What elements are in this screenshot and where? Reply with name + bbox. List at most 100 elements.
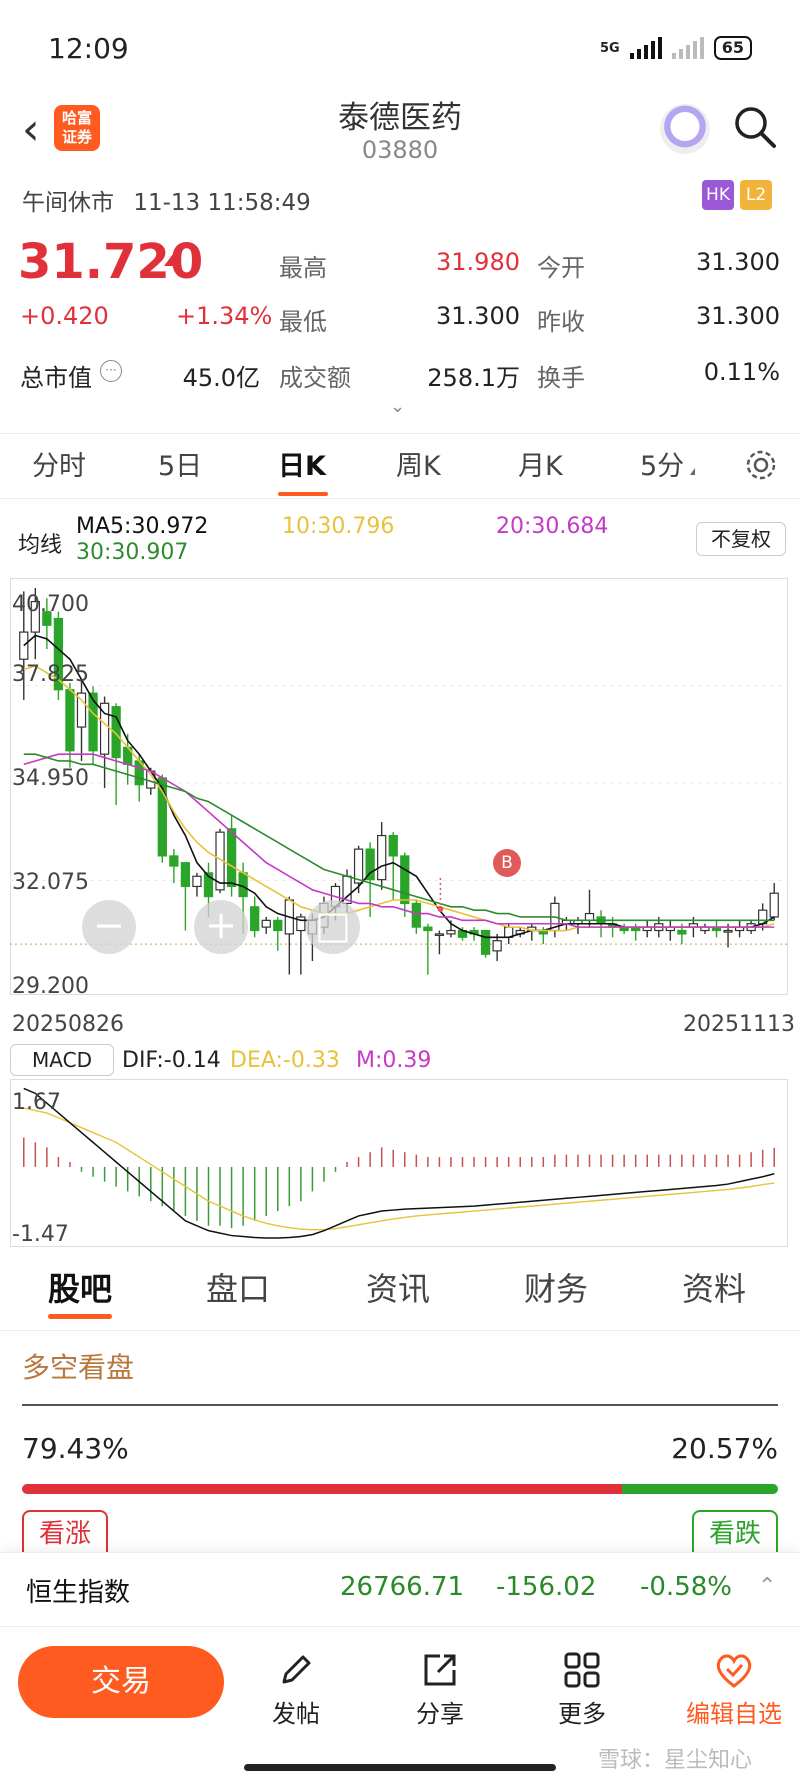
low-label: 最低 [279, 308, 327, 336]
macd-dea: DEA:-0.33 [230, 1048, 340, 1073]
macd-chart[interactable] [10, 1079, 788, 1247]
y-tick-2: 34.950 [12, 766, 89, 791]
candle-body [261, 919, 271, 928]
price-up-icon [164, 254, 182, 266]
post-label: 发帖 [272, 1700, 320, 1728]
candle-body [377, 834, 387, 881]
tab-intraday[interactable]: 分时 [32, 444, 86, 483]
ma5-value: MA5:30.972 [76, 514, 209, 539]
section-divider [0, 1330, 800, 1331]
tab-weekly-k[interactable]: 周K [396, 444, 441, 483]
date-start: 20250826 [12, 1012, 124, 1037]
candle-body [723, 929, 733, 933]
network-label: 5G [600, 40, 620, 56]
tab-profile[interactable]: 资料 [682, 1264, 746, 1310]
candle-body [169, 855, 179, 867]
search-icon[interactable] [732, 104, 778, 150]
share-label: 分享 [416, 1700, 464, 1728]
candle-body [423, 926, 433, 932]
dropdown-icon[interactable] [690, 468, 695, 475]
tab-5min[interactable]: 5分 [640, 444, 684, 483]
ma-label: 均线 [18, 533, 63, 558]
candle-body [480, 929, 491, 955]
candle-body [226, 828, 237, 888]
mcap-label: 总市值 [20, 364, 92, 392]
l2-badge: L2 [740, 180, 772, 210]
sentiment-title: 多空看盘 [22, 1351, 135, 1384]
candle-body [192, 875, 202, 888]
ai-assistant-icon[interactable] [660, 104, 710, 154]
candle-body [677, 929, 687, 935]
index-value: 26766.71 [340, 1572, 465, 1602]
tab-5day[interactable]: 5日 [158, 444, 202, 483]
status-indicators: 5G 65 [600, 36, 752, 60]
candle-body [250, 906, 260, 932]
bullish-button[interactable]: 看涨 [22, 1510, 108, 1552]
more-info-icon[interactable]: ··· [100, 360, 122, 382]
home-indicator[interactable] [244, 1764, 556, 1771]
candle-body [273, 919, 283, 932]
tab-monthly-k[interactable]: 月K [518, 444, 563, 483]
candle-body [492, 940, 502, 952]
index-change: -156.02 [496, 1572, 597, 1602]
candle-body [434, 933, 445, 937]
turnover-label: 成交额 [279, 364, 351, 392]
candle-body [388, 834, 398, 857]
dea-line [23, 1107, 775, 1231]
more-label: 更多 [558, 1700, 606, 1728]
candle-body [180, 862, 191, 888]
adjust-price-button[interactable]: 不复权 [696, 522, 786, 556]
open-value: 31.300 [696, 248, 780, 276]
candle-body [400, 855, 410, 904]
candle-body [65, 689, 75, 752]
indicator-selector[interactable]: MACD [10, 1044, 114, 1076]
more-button[interactable]: 更多 [532, 1650, 632, 1729]
trade-button[interactable]: 交易 [18, 1646, 224, 1718]
ma30-value: 30:30.907 [76, 540, 189, 565]
macd-y-tick-1: -1.47 [12, 1222, 69, 1247]
turnover-value: 258.1万 [427, 364, 520, 392]
y-tick-4: 29.200 [12, 974, 89, 999]
buy-marker-dot [437, 906, 444, 912]
collapse-chevron-icon[interactable]: ⌃ [758, 1574, 776, 1599]
battery-icon: 65 [713, 36, 752, 60]
tab-daily-k[interactable]: 日K [278, 444, 326, 483]
expand-chevron-icon[interactable]: ⌄ [390, 396, 405, 417]
open-label: 今开 [537, 254, 585, 282]
tab-forum[interactable]: 股吧 [48, 1264, 112, 1310]
candle-body [19, 631, 29, 660]
y-tick-3: 32.075 [12, 870, 89, 895]
tab-orderbook[interactable]: 盘口 [206, 1264, 270, 1310]
settings-gear-icon[interactable] [742, 446, 780, 484]
watermark: 雪球：星尘知心 [598, 1748, 753, 1773]
hk-badge: HK [702, 180, 734, 210]
prev-close-value: 31.300 [696, 302, 780, 330]
session-datetime: 11-13 11:58:49 [133, 190, 311, 216]
price-change: +0.420 [20, 302, 109, 330]
edit-watchlist-button[interactable]: 编辑自选 [676, 1650, 792, 1729]
zoom-out-button[interactable]: − [82, 900, 136, 954]
bearish-button[interactable]: 看跌 [692, 1510, 778, 1552]
zoom-in-button[interactable]: + [194, 900, 248, 954]
candle-body [353, 848, 364, 884]
price-change-pct: +1.34% [176, 302, 273, 330]
turnover-rate-label: 换手 [537, 364, 585, 392]
post-button[interactable]: 发帖 [246, 1650, 346, 1729]
bear-bar [622, 1484, 778, 1494]
edit-watchlist-label: 编辑自选 [686, 1700, 782, 1728]
macd-dif: DIF:-0.14 [122, 1048, 221, 1073]
high-value: 31.980 [436, 248, 520, 276]
fullscreen-button[interactable]: □ [306, 900, 360, 954]
heart-check-icon [716, 1654, 752, 1688]
status-time: 12:09 [48, 32, 129, 65]
share-icon [424, 1654, 456, 1686]
grid-icon [564, 1652, 600, 1688]
bear-pct: 20.57% [671, 1432, 778, 1465]
tab-news[interactable]: 资讯 [366, 1264, 430, 1310]
share-button[interactable]: 分享 [390, 1650, 490, 1729]
active-tab-indicator [278, 492, 328, 496]
macd-m: M:0.39 [356, 1048, 432, 1073]
ma20-value: 20:30.684 [496, 514, 609, 539]
buy-marker[interactable]: B [493, 849, 521, 877]
tab-financials[interactable]: 财务 [524, 1264, 588, 1310]
